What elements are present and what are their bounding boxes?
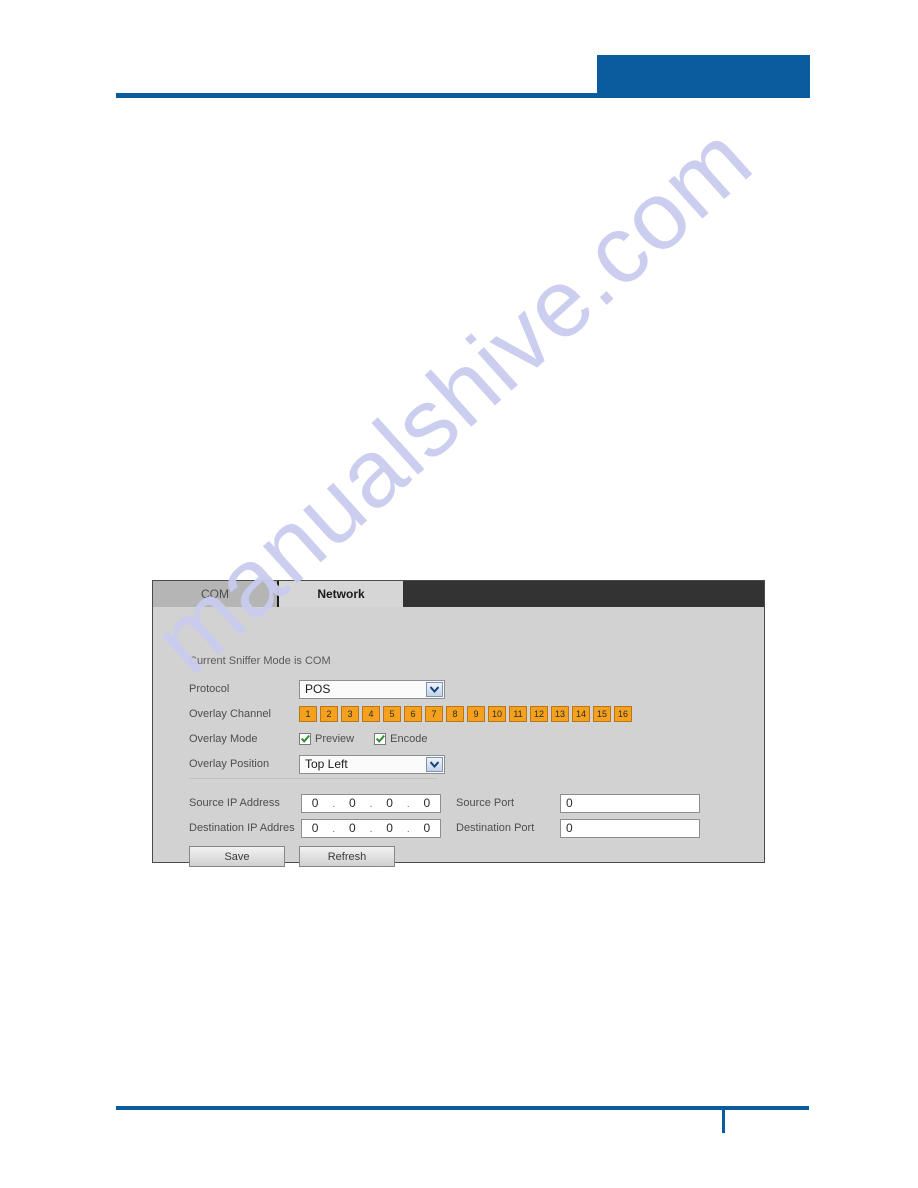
panel-body: Current Sniffer Mode is COM Protocol POS… bbox=[153, 607, 764, 867]
channel-button-group: 1 2 3 4 5 6 7 8 9 10 11 12 13 14 15 16 bbox=[299, 706, 632, 722]
source-ip-label: Source IP Address bbox=[189, 797, 280, 809]
source-port-label: Source Port bbox=[456, 797, 515, 809]
action-button-row: Save Refresh bbox=[189, 846, 395, 867]
sniffer-mode-status: Current Sniffer Mode is COM bbox=[189, 655, 331, 667]
tab-bar: COM Network bbox=[153, 581, 764, 607]
ip-dot: . bbox=[332, 823, 336, 835]
channel-button[interactable]: 7 bbox=[425, 706, 443, 722]
ip-dot: . bbox=[369, 798, 373, 810]
protocol-label: Protocol bbox=[189, 683, 230, 695]
checkbox-preview[interactable]: Preview bbox=[299, 733, 354, 745]
destination-port-label: Destination Port bbox=[456, 822, 535, 834]
refresh-button[interactable]: Refresh bbox=[299, 846, 395, 867]
source-ip-input[interactable]: 0 . 0 . 0 . 0 bbox=[301, 793, 441, 813]
ip-octet[interactable]: 0 bbox=[381, 821, 399, 835]
ip-octet[interactable]: 0 bbox=[418, 796, 436, 810]
overlay-channel-row: Overlay Channel 1 2 3 4 5 6 7 8 9 10 11 … bbox=[189, 704, 632, 724]
footer-rule bbox=[116, 1106, 809, 1110]
channel-button[interactable]: 2 bbox=[320, 706, 338, 722]
overlay-mode-options: Preview Encode bbox=[299, 733, 427, 745]
channel-button[interactable]: 10 bbox=[488, 706, 506, 722]
channel-button[interactable]: 3 bbox=[341, 706, 359, 722]
ip-dot: . bbox=[369, 823, 373, 835]
channel-button[interactable]: 6 bbox=[404, 706, 422, 722]
ip-octet[interactable]: 0 bbox=[343, 796, 361, 810]
channel-button[interactable]: 16 bbox=[614, 706, 632, 722]
ip-dot: . bbox=[406, 798, 410, 810]
protocol-select[interactable]: POS bbox=[299, 679, 445, 699]
overlay-position-row: Overlay Position Top Left bbox=[189, 754, 445, 774]
source-port-value: 0 bbox=[566, 796, 573, 810]
section-divider bbox=[189, 778, 437, 779]
footer-tick bbox=[722, 1106, 725, 1133]
overlay-channel-label: Overlay Channel bbox=[189, 708, 271, 720]
ip-octet[interactable]: 0 bbox=[306, 796, 324, 810]
source-port-row: Source Port 0 bbox=[456, 793, 700, 813]
pos-sniffer-panel: COM Network Current Sniffer Mode is COM … bbox=[152, 580, 765, 867]
checkmark-icon bbox=[374, 733, 387, 745]
destination-port-value: 0 bbox=[566, 821, 573, 835]
channel-button[interactable]: 1 bbox=[299, 706, 317, 722]
tab-com[interactable]: COM bbox=[153, 581, 279, 607]
chevron-down-icon[interactable] bbox=[426, 681, 443, 697]
header-rule bbox=[116, 93, 809, 98]
chevron-down-icon[interactable] bbox=[426, 756, 443, 772]
channel-button[interactable]: 9 bbox=[467, 706, 485, 722]
channel-button[interactable]: 13 bbox=[551, 706, 569, 722]
header-accent-block bbox=[597, 55, 810, 98]
source-ip-row: Source IP Address 0 . 0 . 0 . 0 bbox=[189, 793, 441, 813]
ip-dot: . bbox=[332, 798, 336, 810]
source-port-input[interactable]: 0 bbox=[560, 793, 700, 813]
destination-ip-input[interactable]: 0 . 0 . 0 . 0 bbox=[301, 818, 441, 838]
checkbox-encode[interactable]: Encode bbox=[374, 733, 427, 745]
overlay-mode-row: Overlay Mode Preview Encode bbox=[189, 729, 427, 749]
ip-octet[interactable]: 0 bbox=[381, 796, 399, 810]
ip-dot: . bbox=[406, 823, 410, 835]
destination-ip-label: Destination IP Addres bbox=[189, 822, 295, 834]
protocol-row: Protocol POS bbox=[189, 679, 445, 699]
channel-button[interactable]: 12 bbox=[530, 706, 548, 722]
channel-button[interactable]: 11 bbox=[509, 706, 527, 722]
channel-button[interactable]: 5 bbox=[383, 706, 401, 722]
overlay-position-label: Overlay Position bbox=[189, 758, 270, 770]
tab-network-label: Network bbox=[317, 587, 365, 601]
destination-port-row: Destination Port 0 bbox=[456, 818, 700, 838]
protocol-value: POS bbox=[305, 682, 331, 696]
channel-button[interactable]: 15 bbox=[593, 706, 611, 722]
destination-port-input[interactable]: 0 bbox=[560, 818, 700, 838]
checkbox-encode-label: Encode bbox=[390, 733, 428, 745]
channel-button[interactable]: 4 bbox=[362, 706, 380, 722]
save-button[interactable]: Save bbox=[189, 846, 285, 867]
overlay-position-select[interactable]: Top Left bbox=[299, 754, 445, 774]
overlay-mode-label: Overlay Mode bbox=[189, 733, 258, 745]
checkbox-preview-label: Preview bbox=[315, 733, 355, 745]
ip-octet[interactable]: 0 bbox=[418, 821, 436, 835]
checkmark-icon bbox=[299, 733, 311, 745]
channel-button[interactable]: 14 bbox=[572, 706, 590, 722]
tab-com-label: COM bbox=[201, 587, 229, 601]
ip-octet[interactable]: 0 bbox=[306, 821, 324, 835]
tab-network[interactable]: Network bbox=[279, 581, 403, 607]
overlay-position-value: Top Left bbox=[305, 757, 348, 771]
ip-octet[interactable]: 0 bbox=[343, 821, 361, 835]
channel-button[interactable]: 8 bbox=[446, 706, 464, 722]
destination-ip-row: Destination IP Addres 0 . 0 . 0 . 0 bbox=[189, 818, 441, 838]
